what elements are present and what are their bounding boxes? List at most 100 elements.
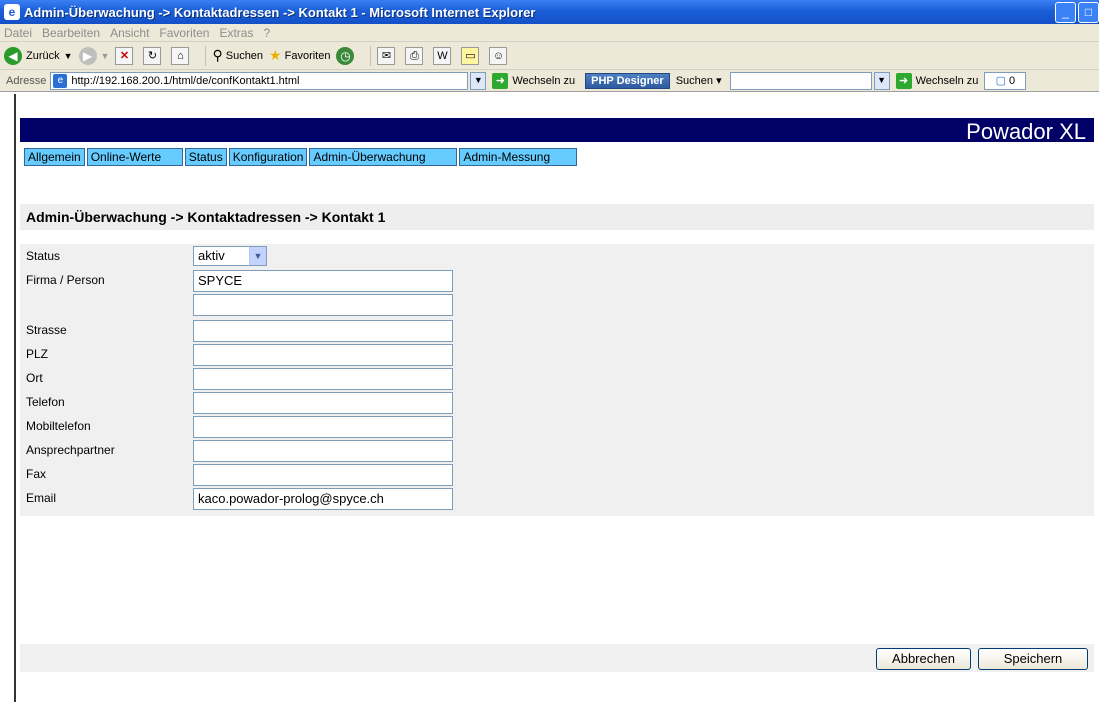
strasse-input[interactable] [193, 320, 453, 342]
page-content: Powador XL Allgemein Online-Werte Status… [14, 94, 1099, 702]
mobil-input[interactable] [193, 416, 453, 438]
tab-admin-ueberwachung[interactable]: Admin-Überwachung [309, 148, 458, 166]
row-plz: PLZ [20, 342, 720, 366]
tab-admin-messung[interactable]: Admin-Messung [459, 148, 578, 166]
word-icon[interactable]: W [433, 46, 452, 65]
refresh-icon[interactable]: ↻ [143, 46, 162, 65]
tab-konfiguration[interactable]: Konfiguration [228, 148, 308, 166]
menu-favoriten[interactable]: Favoriten [159, 26, 209, 40]
footer-band: Abbrechen Speichern [20, 644, 1094, 672]
ansprech-input[interactable] [193, 440, 453, 462]
window-controls: _ □ [1053, 2, 1099, 23]
cancel-button[interactable]: Abbrechen [876, 648, 971, 670]
favorites-label: Favoriten [284, 49, 331, 62]
ort-input[interactable] [193, 368, 453, 390]
page-title: Admin-Überwachung -> Kontaktadressen -> … [26, 209, 386, 225]
go-label: Wechseln zu [512, 74, 576, 87]
forward-dropdown-icon[interactable]: ▼ [101, 51, 110, 61]
go-button[interactable]: ➜ Wechseln zu [492, 72, 576, 89]
tab-status[interactable]: Status [184, 148, 227, 166]
ansprech-label: Ansprechpartner [26, 443, 115, 457]
menu-extras[interactable]: Extras [219, 26, 253, 40]
email-label: Email [26, 491, 57, 505]
search-icon: ⚲ [212, 47, 223, 63]
page-title-band: Admin-Überwachung -> Kontaktadressen -> … [20, 204, 1094, 230]
menu-ansicht[interactable]: Ansicht [110, 26, 149, 40]
chevron-down-icon: ▼ [249, 247, 266, 265]
minimize-icon[interactable]: _ [1055, 2, 1076, 23]
mail-icon[interactable]: ✉ [377, 46, 396, 65]
menu-help[interactable]: ? [263, 26, 270, 40]
ie-icon: e [4, 4, 20, 20]
fax-input[interactable] [193, 464, 453, 486]
maximize-icon[interactable]: □ [1078, 2, 1099, 23]
search-bar-input[interactable] [729, 71, 872, 90]
row-firma: Firma / Person SPYCE [20, 268, 720, 292]
url-field[interactable]: e http://192.168.200.1/html/de/confKonta… [50, 71, 469, 90]
search-dropdown-text: Suchen [675, 75, 714, 87]
tab-allgemein[interactable]: Allgemein [24, 148, 85, 166]
plz-label: PLZ [26, 347, 49, 361]
forward-button[interactable]: ▶ ▼ [78, 46, 110, 65]
row-ansprech: Ansprechpartner [20, 438, 720, 462]
messenger-icon[interactable]: ☺ [489, 46, 508, 65]
row-email: Email kaco.powador-prolog@spyce.ch [20, 486, 720, 510]
forward-arrow-icon: ▶ [78, 46, 97, 65]
status-value: aktiv [198, 248, 225, 263]
back-button[interactable]: ◀ Zurück ▼ [4, 46, 73, 65]
firma2-input[interactable] [193, 294, 453, 316]
menu-bearbeiten[interactable]: Bearbeiten [42, 26, 100, 40]
search-button[interactable]: ⚲ Suchen [212, 47, 263, 64]
save-button[interactable]: Speichern [978, 648, 1088, 670]
window-titlebar: e Admin-Überwachung -> Kontaktadressen -… [0, 0, 1099, 24]
go-arrow-icon-2: ➜ [895, 72, 912, 89]
counter-widget[interactable]: ▢ 0 [984, 71, 1027, 90]
browser-toolbar: ◀ Zurück ▼ ▶ ▼ ✕ ↻ ⌂ ⚲ Suchen ★ Favorite… [0, 42, 1099, 70]
url-dropdown-icon[interactable]: ▼ [470, 71, 487, 90]
nav-tabs: Allgemein Online-Werte Status Konfigurat… [24, 148, 579, 166]
back-label: Zurück [26, 49, 60, 62]
status-select[interactable]: aktiv ▼ [193, 246, 267, 266]
firma-label: Firma / Person [26, 273, 105, 287]
status-label: Status [26, 249, 61, 263]
go-label-2: Wechseln zu [915, 74, 979, 87]
favorites-button[interactable]: ★ Favoriten [269, 47, 330, 64]
row-status: Status aktiv ▼ [20, 244, 720, 268]
stop-icon[interactable]: ✕ [115, 46, 134, 65]
row-firma2 [20, 292, 720, 316]
toolbar-separator-2 [370, 45, 372, 66]
search-label: Suchen [225, 49, 264, 62]
window-title: Admin-Überwachung -> Kontaktadressen -> … [24, 4, 536, 20]
window-icon: ▢ [995, 75, 1007, 87]
firma-input[interactable]: SPYCE [193, 270, 453, 292]
menu-datei[interactable]: Datei [4, 26, 32, 40]
address-label: Adresse [6, 74, 47, 87]
row-mobil: Mobiltelefon [20, 414, 720, 438]
print-icon[interactable]: ⎙ [405, 46, 424, 65]
search-dropdown-icon[interactable]: ▼ [873, 71, 890, 90]
row-strasse: Strasse [20, 318, 720, 342]
search-dropdown-label[interactable]: Suchen ▾ [676, 74, 722, 87]
telefon-input[interactable] [193, 392, 453, 414]
header-band: Powador XL [20, 118, 1094, 144]
history-icon[interactable]: ◷ [336, 46, 355, 65]
go-arrow-icon: ➜ [492, 72, 509, 89]
php-designer-button[interactable]: PHP Designer [585, 72, 670, 89]
fax-label: Fax [26, 467, 47, 481]
star-icon: ★ [269, 47, 282, 63]
mobil-label: Mobiltelefon [26, 419, 91, 433]
strasse-label: Strasse [26, 323, 67, 337]
toolbar-separator [205, 45, 207, 66]
brand-title: Powador XL [966, 119, 1086, 144]
page-icon: e [53, 73, 68, 88]
back-dropdown-icon[interactable]: ▼ [64, 51, 73, 61]
back-arrow-icon: ◀ [4, 46, 22, 65]
menu-bar: Datei Bearbeiten Ansicht Favoriten Extra… [0, 24, 1099, 42]
email-input[interactable]: kaco.powador-prolog@spyce.ch [193, 488, 453, 510]
tab-online-werte[interactable]: Online-Werte [86, 148, 183, 166]
note-icon[interactable]: ▭ [461, 46, 480, 65]
telefon-label: Telefon [26, 395, 65, 409]
go-button-2[interactable]: ➜ Wechseln zu [895, 72, 979, 89]
home-icon[interactable]: ⌂ [171, 46, 190, 65]
plz-input[interactable] [193, 344, 453, 366]
